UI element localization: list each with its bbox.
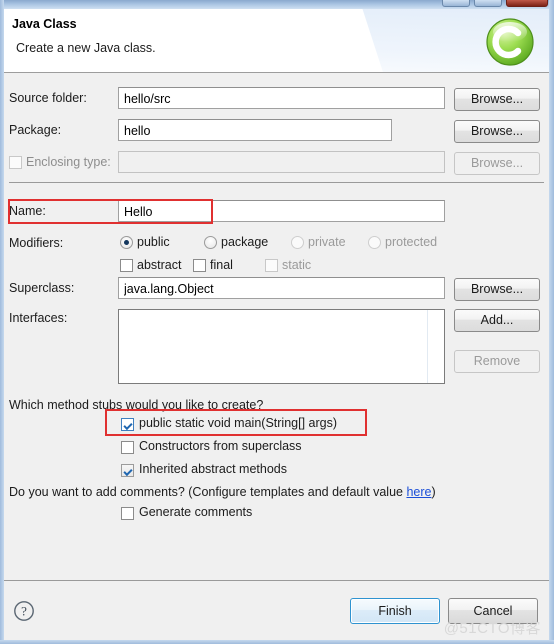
modifier-radio-protected-label: protected — [385, 235, 438, 249]
modifier-checkbox-final[interactable] — [193, 259, 206, 272]
superclass-browse-button[interactable]: Browse... — [454, 278, 540, 301]
method-stub-main-checkbox[interactable] — [121, 418, 134, 431]
page-title: Java Class — [12, 17, 77, 31]
interfaces-remove-button: Remove — [454, 350, 540, 373]
modifier-radio-private-label: private — [308, 235, 346, 249]
interfaces-listbox[interactable] — [118, 309, 445, 384]
modifier-radio-package[interactable] — [204, 236, 217, 249]
superclass-label: Superclass: — [9, 281, 75, 295]
dialog-footer: ? Finish Cancel @51CTO博客 — [4, 581, 549, 640]
modifier-checkbox-abstract[interactable] — [120, 259, 133, 272]
enclosing-type-row: Enclosing type: Browse... — [4, 151, 549, 175]
package-input[interactable] — [118, 119, 392, 141]
source-folder-input[interactable] — [118, 87, 445, 109]
superclass-row: Superclass: Browse... — [4, 277, 549, 301]
dialog-form: Source folder: Browse... Package: Browse… — [4, 73, 549, 580]
interfaces-row: Interfaces: Add... Remove — [4, 307, 549, 387]
modifier-radio-package-label: package — [221, 235, 269, 249]
name-label: Name: — [9, 204, 46, 218]
new-java-class-dialog: Java Class Create a new Java class. Sour… — [0, 0, 554, 644]
question-mark-icon[interactable]: ? — [13, 600, 35, 622]
minimize-button[interactable] — [442, 0, 470, 7]
package-label: Package: — [9, 123, 62, 137]
modifier-radio-public-label: public — [137, 235, 170, 249]
name-row: Name: — [4, 200, 549, 224]
method-stub-inherited-checkbox — [121, 464, 134, 477]
enclosing-type-checkbox[interactable] — [9, 156, 22, 169]
window-border-right — [549, 0, 554, 644]
window-border-bottom — [0, 640, 554, 644]
form-divider-1 — [9, 182, 544, 183]
method-stub-main-label: public static void main(String[] args) — [139, 416, 337, 430]
modifiers-row: Modifiers: public package private protec… — [4, 232, 549, 282]
source-folder-label: Source folder: — [9, 91, 87, 105]
interfaces-scrollbar[interactable] — [427, 310, 444, 383]
enclosing-type-browse-button: Browse... — [454, 152, 540, 175]
generate-comments-checkbox[interactable] — [121, 507, 134, 520]
interfaces-label: Interfaces: — [9, 311, 68, 325]
package-browse-button[interactable]: Browse... — [454, 120, 540, 143]
interfaces-add-button[interactable]: Add... — [454, 309, 540, 332]
generate-comments-label: Generate comments — [139, 505, 253, 519]
method-stubs-question: Which method stubs would you like to cre… — [9, 398, 264, 412]
green-c-class-icon — [485, 17, 535, 67]
enclosing-type-input — [118, 151, 445, 173]
modifier-checkbox-abstract-label: abstract — [137, 258, 182, 272]
method-stub-constructors-checkbox[interactable] — [121, 441, 134, 454]
source-folder-row: Source folder: Browse... — [4, 87, 549, 111]
window-controls — [442, 0, 548, 7]
svg-text:?: ? — [21, 604, 27, 619]
finish-button[interactable]: Finish — [350, 598, 440, 624]
maximize-button[interactable] — [474, 0, 502, 7]
dialog-header: Java Class Create a new Java class. — [4, 9, 549, 73]
source-folder-browse-button[interactable]: Browse... — [454, 88, 540, 111]
modifier-checkbox-static-label: static — [282, 258, 312, 272]
modifier-checkbox-final-label: final — [210, 258, 233, 272]
comments-question: Do you want to add comments? (Configure … — [9, 485, 436, 499]
superclass-input[interactable] — [118, 277, 445, 299]
modifiers-label: Modifiers: — [9, 236, 64, 250]
configure-templates-link[interactable]: here — [406, 485, 431, 499]
modifier-radio-public[interactable] — [120, 236, 133, 249]
close-button[interactable] — [506, 0, 548, 7]
name-input[interactable] — [118, 200, 445, 222]
watermark: @51CTO博客 — [443, 620, 541, 637]
method-stub-constructors-label: Constructors from superclass — [139, 439, 302, 453]
modifier-checkbox-static — [265, 259, 278, 272]
page-description: Create a new Java class. — [16, 41, 156, 55]
package-row: Package: Browse... — [4, 119, 549, 143]
modifier-radio-protected — [368, 236, 381, 249]
method-stub-inherited-label: Inherited abstract methods — [139, 462, 287, 476]
comments-question-suffix: ) — [431, 485, 436, 499]
comments-question-prefix: Do you want to add comments? (Configure … — [9, 485, 407, 499]
modifier-radio-private — [291, 236, 304, 249]
enclosing-type-label: Enclosing type: — [26, 155, 111, 169]
